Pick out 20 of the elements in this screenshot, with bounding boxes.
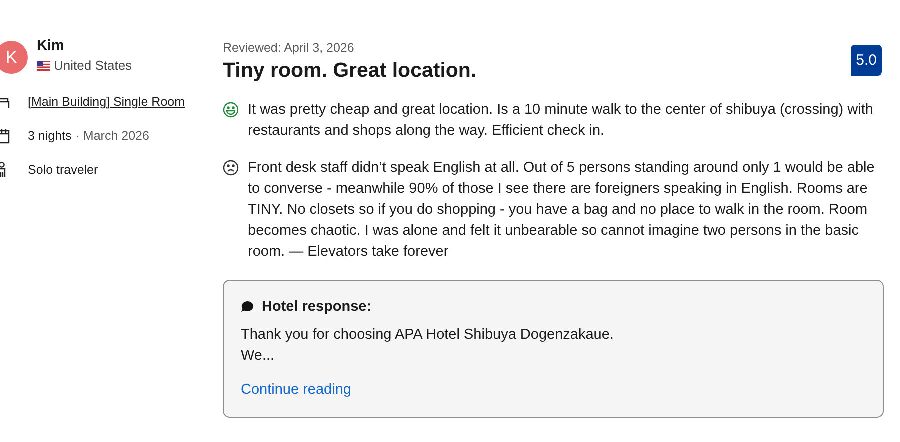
avatar: K <box>0 41 28 74</box>
continue-reading-link[interactable]: Continue reading <box>241 382 352 398</box>
score-badge: 5.0 <box>851 45 882 76</box>
review-comment: It was pretty cheap and great location. Is a 10 minute walk to the center of shibuya (crossing) with restaurants and shops along the way. Efficient check in. <box>248 101 874 141</box>
review-title: Tiny room. Great location. <box>223 59 477 83</box>
room-link[interactable]: [Main Building] Single Room <box>28 95 186 109</box>
calendar-icon <box>0 128 10 144</box>
review-comment: Front desk staff didn’t speak English at all. Out of 5 persons standing around only 1 would be able to converse - meanwhile 90% of those I see there are foreigners speaking in English. Rooms are TINY. No closets so if you do shopping - you have a bag and no place to walk in the room. Room becomes chaotic. I was alone and felt it unbearable so cannot imagine two persons in the basic room. — Elevators take forever <box>248 159 876 262</box>
stay-date: · March 2026 <box>76 129 150 143</box>
response-text: Thank you for choosing APA Hotel Shibuya Dogenzakaue. We... <box>241 326 615 366</box>
smile-icon <box>223 102 239 118</box>
stay-length: 3 nights <box>28 129 72 143</box>
flag-icon <box>37 60 50 70</box>
response-heading: Hotel response: <box>262 299 372 315</box>
frown-icon <box>223 160 239 176</box>
reviewer-name: Kim <box>37 38 66 54</box>
review-date: Reviewed: April 3, 2026 <box>223 41 356 55</box>
reviewer-country: United States <box>54 58 132 73</box>
speech-bubble-icon <box>241 301 254 313</box>
traveler-type: Solo traveler <box>28 163 98 177</box>
